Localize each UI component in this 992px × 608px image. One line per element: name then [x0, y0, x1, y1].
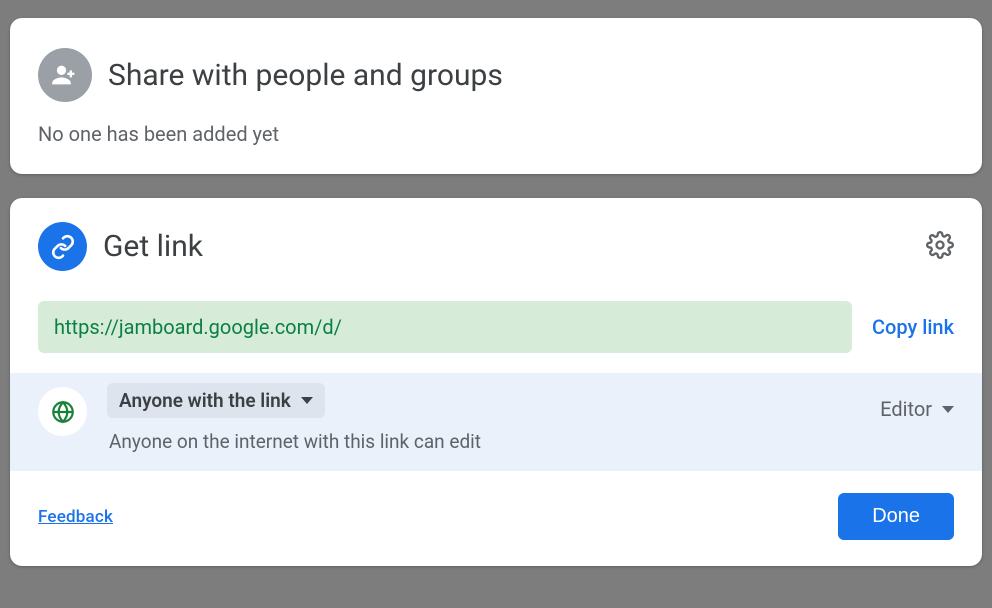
- link-header: Get link: [38, 222, 954, 271]
- get-link-card: Get link https://jamboard.google.com/d/ …: [10, 198, 982, 566]
- access-left: Anyone with the link Anyone on the inter…: [107, 383, 880, 453]
- share-url-field[interactable]: https://jamboard.google.com/d/: [38, 301, 852, 353]
- done-button[interactable]: Done: [838, 493, 954, 540]
- chevron-down-icon: [942, 406, 954, 413]
- settings-button[interactable]: [926, 231, 954, 263]
- share-header: Share with people and groups: [38, 48, 954, 102]
- share-title: Share with people and groups: [108, 58, 503, 93]
- share-subtitle: No one has been added yet: [38, 122, 954, 146]
- scope-dropdown-button[interactable]: Anyone with the link: [107, 383, 325, 418]
- scope-label: Anyone with the link: [119, 389, 291, 412]
- role-label: Editor: [880, 397, 932, 421]
- person-add-icon: [38, 48, 92, 102]
- get-link-title: Get link: [103, 229, 926, 264]
- feedback-link[interactable]: Feedback: [38, 507, 113, 527]
- globe-icon: [38, 387, 87, 436]
- url-row: https://jamboard.google.com/d/ Copy link: [38, 301, 954, 353]
- access-row: Anyone with the link Anyone on the inter…: [10, 373, 982, 471]
- footer-row: Feedback Done: [38, 493, 954, 540]
- copy-link-button[interactable]: Copy link: [872, 315, 954, 339]
- share-card: Share with people and groups No one has …: [10, 18, 982, 174]
- role-dropdown-button[interactable]: Editor: [880, 397, 954, 421]
- link-icon: [38, 222, 87, 271]
- chevron-down-icon: [301, 397, 313, 404]
- access-description: Anyone on the internet with this link ca…: [107, 430, 880, 453]
